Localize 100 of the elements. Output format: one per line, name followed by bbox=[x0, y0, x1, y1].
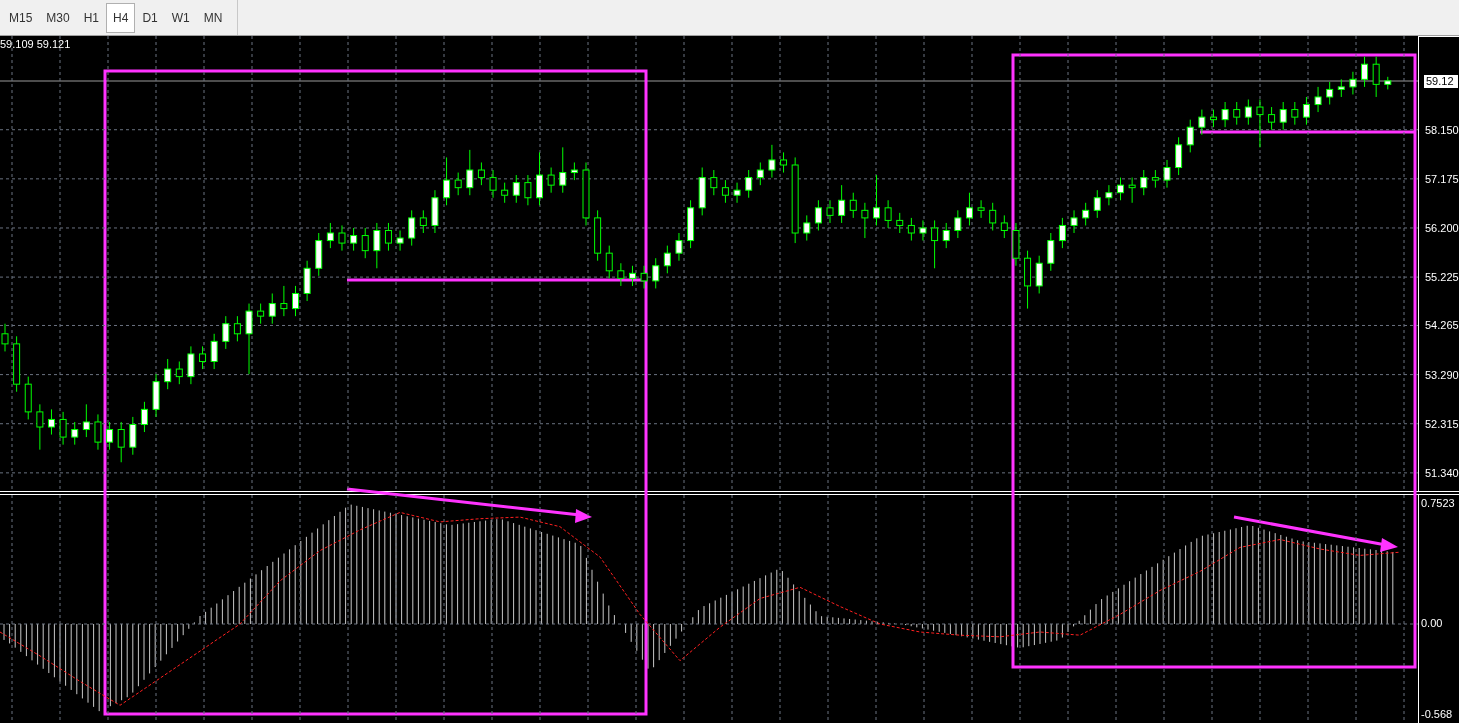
candlestick bbox=[989, 202, 997, 231]
candlestick bbox=[1291, 101, 1299, 126]
candlestick bbox=[408, 209, 416, 247]
price-axis-label: 51.340 bbox=[1425, 467, 1459, 479]
candlestick bbox=[663, 245, 671, 274]
price-axis-label: 58.150 bbox=[1425, 124, 1459, 136]
candlestick bbox=[1349, 71, 1357, 95]
candlestick bbox=[245, 303, 253, 375]
candlestick bbox=[1105, 184, 1113, 206]
candlestick bbox=[873, 174, 880, 226]
candlestick bbox=[965, 192, 973, 226]
candlestick bbox=[1221, 101, 1229, 128]
candlestick bbox=[768, 144, 776, 179]
candlestick bbox=[36, 403, 44, 451]
candlestick bbox=[257, 303, 265, 325]
candlestick bbox=[652, 257, 660, 289]
candlestick bbox=[1093, 189, 1101, 219]
candlestick bbox=[164, 358, 172, 390]
candlestick bbox=[954, 209, 962, 239]
candlestick bbox=[861, 202, 869, 239]
candlestick bbox=[419, 209, 427, 234]
candlestick bbox=[1058, 217, 1066, 249]
timeframe-tab[interactable]: M15 bbox=[2, 2, 40, 33]
candlestick bbox=[384, 222, 392, 252]
timeframe-tab[interactable]: MN bbox=[196, 2, 230, 33]
candlestick bbox=[350, 227, 358, 252]
candlestick bbox=[942, 222, 950, 249]
candlestick bbox=[1279, 101, 1287, 131]
candlestick bbox=[489, 169, 497, 199]
candlestick bbox=[1035, 255, 1043, 294]
candlestick bbox=[199, 345, 207, 370]
candlestick bbox=[233, 315, 241, 342]
candlestick bbox=[106, 421, 114, 451]
price-axis-label: 53.290 bbox=[1425, 369, 1459, 381]
price-axis-label: 56.200 bbox=[1425, 222, 1459, 234]
candlestick bbox=[1302, 96, 1310, 126]
candlestick bbox=[977, 199, 985, 219]
candlestick bbox=[140, 401, 148, 433]
candlestick bbox=[849, 192, 857, 219]
candlestick bbox=[443, 156, 451, 206]
price-axis-label: 52.315 bbox=[1425, 418, 1459, 430]
price-axis-label: 55.225 bbox=[1425, 272, 1459, 284]
candlestick bbox=[675, 232, 683, 262]
candlestick bbox=[1117, 177, 1125, 201]
candlestick bbox=[117, 421, 125, 463]
candlestick bbox=[1163, 159, 1171, 189]
candlestick bbox=[292, 285, 299, 317]
price-axis-label: 54.265 bbox=[1425, 320, 1459, 332]
candlestick bbox=[187, 345, 195, 385]
candlestick bbox=[477, 161, 485, 186]
candlestick bbox=[59, 411, 67, 446]
candlestick bbox=[1198, 109, 1206, 136]
candlestick bbox=[1268, 106, 1276, 131]
candlestick bbox=[338, 224, 346, 252]
bid-ask-text: 59.109 59.121 bbox=[0, 39, 71, 50]
candlestick bbox=[640, 265, 648, 289]
timeframe-tab[interactable]: H1 bbox=[76, 2, 107, 33]
indicator-axis-label: 0.7523 bbox=[1421, 498, 1455, 509]
timeframe-tab[interactable]: D1 bbox=[135, 2, 165, 33]
candlestick bbox=[803, 214, 811, 242]
candlestick bbox=[280, 285, 288, 317]
candlestick bbox=[1047, 232, 1055, 272]
candlestick bbox=[373, 222, 381, 269]
candlestick bbox=[1256, 98, 1264, 148]
timeframe-tab[interactable]: M30 bbox=[39, 2, 77, 33]
candlestick bbox=[175, 361, 183, 385]
timeframe-tab[interactable]: W1 bbox=[164, 2, 197, 33]
candlestick bbox=[361, 227, 369, 259]
candlestick bbox=[617, 262, 625, 287]
candlestick bbox=[222, 315, 230, 350]
candlestick bbox=[884, 199, 892, 229]
candlestick bbox=[721, 179, 729, 204]
timeframe-tab[interactable]: H4 bbox=[106, 2, 136, 33]
candlestick bbox=[710, 169, 718, 196]
candlestick bbox=[82, 403, 90, 438]
candlestick bbox=[454, 172, 462, 196]
indicator-axis-label: 0.00 bbox=[1421, 618, 1443, 629]
candlestick bbox=[814, 199, 822, 231]
candlestick bbox=[71, 421, 79, 446]
candlestick bbox=[896, 212, 904, 234]
candlestick bbox=[1082, 202, 1090, 226]
candlestick bbox=[524, 174, 532, 206]
candlestick bbox=[501, 182, 509, 204]
candlestick bbox=[512, 174, 520, 204]
candlestick bbox=[826, 199, 834, 224]
candlestick bbox=[1233, 101, 1241, 126]
candlestick bbox=[1128, 177, 1136, 204]
candlestick bbox=[628, 265, 636, 287]
candlestick bbox=[1000, 214, 1008, 239]
candlestick bbox=[1244, 98, 1252, 126]
indicator-axis-label: -0.568 bbox=[1421, 708, 1453, 720]
candlestick bbox=[559, 146, 567, 194]
candlestick bbox=[1326, 81, 1334, 106]
candlestick bbox=[268, 292, 276, 325]
candlestick bbox=[756, 161, 764, 186]
candlestick bbox=[210, 333, 218, 370]
candlestick bbox=[129, 416, 137, 456]
candlestick bbox=[326, 222, 334, 249]
candlestick bbox=[931, 219, 939, 269]
candlestick bbox=[1361, 56, 1369, 88]
